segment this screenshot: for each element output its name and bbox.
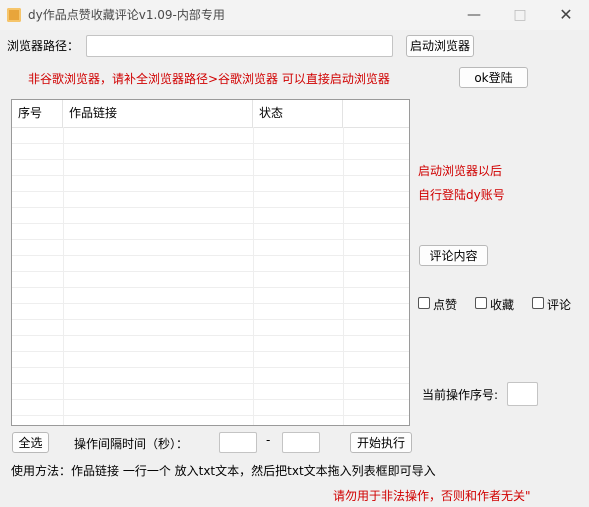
login-note-line2: 自行登陆dy账号 — [418, 188, 505, 202]
empty-row-line — [12, 399, 409, 400]
empty-row-line — [12, 287, 409, 288]
interval-max-input[interactable] — [282, 432, 320, 453]
close-icon[interactable]: ✕ — [543, 0, 589, 30]
launch-browser-button[interactable]: 启动浏览器 — [406, 35, 474, 57]
comment-label: 评论 — [547, 298, 572, 312]
interval-min-input[interactable] — [219, 432, 257, 453]
column-header-index[interactable]: 序号 — [12, 100, 63, 127]
legal-warning: 请勿用于非法操作，否则和作者无关" — [333, 489, 531, 503]
empty-row-line — [12, 143, 409, 144]
current-index-field[interactable] — [507, 382, 538, 406]
empty-row-line — [12, 159, 409, 160]
browser-hint: 非谷歌浏览器，请补全浏览器路径>谷歌浏览器 可以直接启动浏览器 — [28, 72, 390, 86]
empty-row-line — [12, 383, 409, 384]
comment-content-button[interactable]: 评论内容 — [419, 245, 488, 266]
column-divider — [343, 127, 344, 425]
column-header-extra — [343, 100, 409, 127]
start-button[interactable]: 开始执行 — [350, 432, 412, 453]
empty-row-line — [12, 191, 409, 192]
column-divider — [253, 127, 254, 425]
empty-row-line — [12, 271, 409, 272]
like-checkbox[interactable] — [418, 297, 430, 309]
comment-checkbox[interactable] — [532, 297, 544, 309]
column-header-link[interactable]: 作品链接 — [63, 100, 253, 127]
browser-path-input[interactable] — [86, 35, 393, 57]
empty-row-line — [12, 303, 409, 304]
login-note-line1: 启动浏览器以后 — [418, 164, 503, 178]
link-list[interactable]: 序号 作品链接 状态 — [11, 99, 410, 426]
empty-row-line — [12, 255, 409, 256]
favorite-label: 收藏 — [490, 298, 515, 312]
browser-path-label: 浏览器路径： — [7, 39, 80, 53]
interval-label: 操作间隔时间（秒）： — [74, 437, 189, 451]
empty-row-line — [12, 367, 409, 368]
empty-row-line — [12, 351, 409, 352]
login-button[interactable]: ok登陆 — [459, 67, 528, 88]
empty-row-line — [12, 239, 409, 240]
empty-row-line — [12, 319, 409, 320]
empty-row-line — [12, 175, 409, 176]
like-label: 点赞 — [433, 298, 458, 312]
column-header-status[interactable]: 状态 — [253, 100, 343, 127]
current-index-label: 当前操作序号: — [422, 388, 499, 402]
app-icon — [7, 8, 21, 22]
empty-row-line — [12, 415, 409, 416]
favorite-checkbox[interactable] — [475, 297, 487, 309]
window-title: dy作品点赞收藏评论v1.09-内部专用 — [28, 8, 225, 22]
empty-row-line — [12, 223, 409, 224]
interval-separator: - — [266, 433, 271, 447]
minimize-icon[interactable]: — — [451, 0, 497, 30]
action-options: 点赞 收藏 评论 — [418, 296, 588, 312]
column-divider — [63, 127, 64, 425]
empty-row-line — [12, 207, 409, 208]
list-header: 序号 作品链接 状态 — [12, 100, 409, 128]
maximize-icon[interactable]: □ — [497, 0, 543, 30]
empty-row-line — [12, 335, 409, 336]
usage-instructions: 使用方法：作品链接 一行一个 放入txt文本，然后把txt文本拖入列表框即可导入 — [11, 464, 436, 478]
select-all-button[interactable]: 全选 — [12, 432, 49, 453]
